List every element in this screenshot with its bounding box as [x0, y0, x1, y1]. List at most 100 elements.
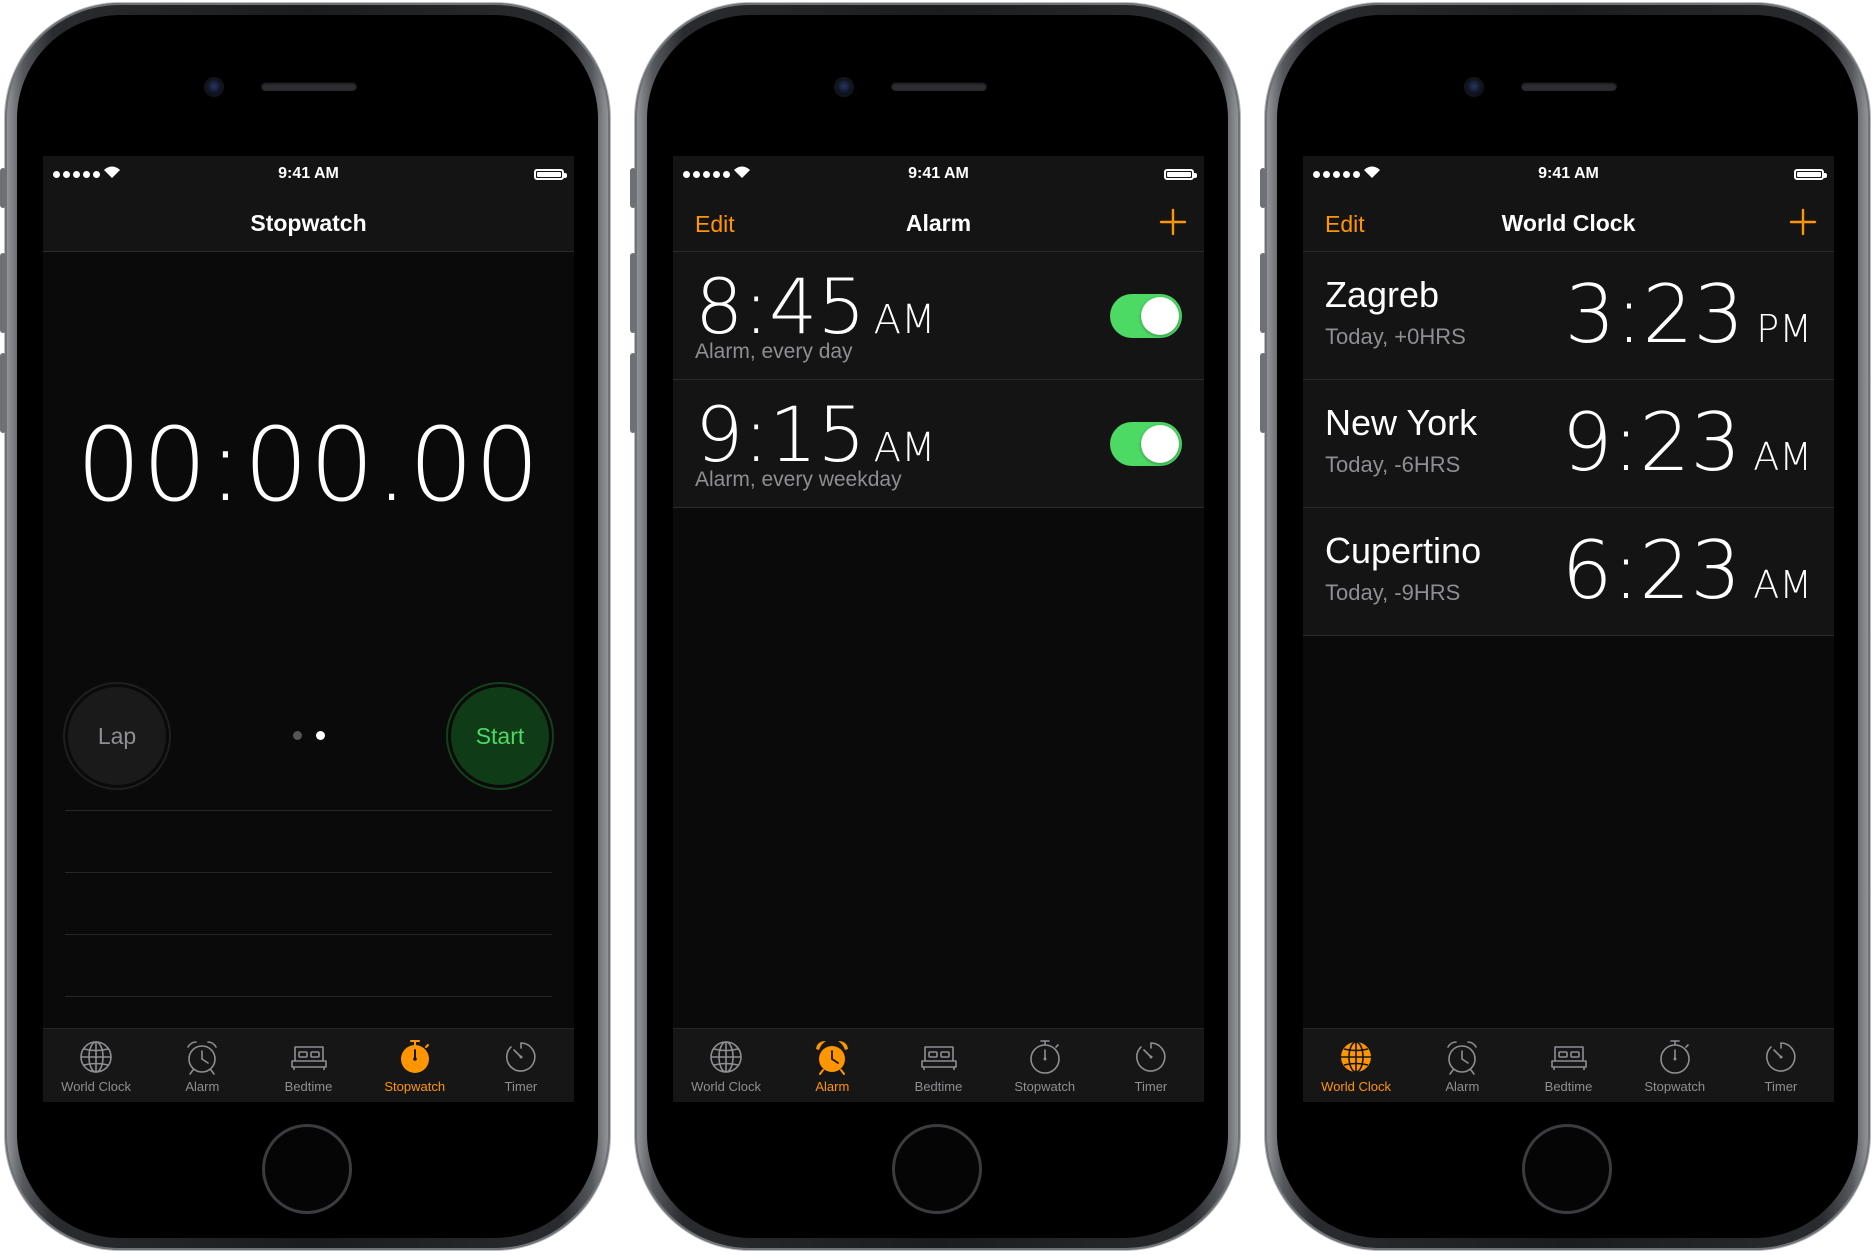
bed-icon — [1549, 1037, 1589, 1077]
status-bar: 9:41 AM — [43, 156, 574, 194]
city-offset: Today, -9HRS — [1325, 580, 1461, 605]
page-dot-1[interactable] — [292, 731, 302, 740]
battery-icon — [1164, 169, 1197, 180]
stopwatch-display: 00:00.00 — [76, 406, 541, 525]
phone-world-clock: 9:41 AM Edit World Clock Zagreb Today, +… — [1260, 3, 1870, 1250]
tab-bedtime[interactable]: Bedtime — [1515, 1029, 1621, 1102]
volume-down-button — [0, 353, 6, 433]
alarm-row[interactable]: 8:45 AM Alarm, every day — [673, 252, 1204, 380]
earpiece-speaker — [1521, 82, 1617, 91]
alarm-clock-icon — [812, 1037, 852, 1077]
tab-stopwatch[interactable]: Stopwatch — [992, 1029, 1098, 1102]
tab-world-clock[interactable]: World Clock — [673, 1029, 779, 1102]
city-time: 6:23 AM — [1561, 524, 1812, 617]
alarm-screen: 9:41 AM Edit Alarm 8:45 AM Alarm, every d… — [673, 156, 1204, 1102]
volume-up-button — [0, 253, 6, 333]
tab-world-clock[interactable]: World Clock — [43, 1029, 149, 1102]
phone-stopwatch: 9:41 AM Stopwatch 00:00.00 Lap Start Wor… — [0, 3, 610, 1250]
stopwatch-screen: 9:41 AM Stopwatch 00:00.00 Lap Start Wor… — [43, 156, 574, 1102]
home-button[interactable] — [262, 1124, 352, 1214]
volume-up-button — [1260, 253, 1266, 333]
tab-bar: World Clock Alarm Bedtime Stopwatch Time… — [43, 1028, 574, 1102]
city-row[interactable]: New York Today, -6HRS 9:23 AM — [1303, 380, 1834, 508]
alarm-row[interactable]: 9:15 AM Alarm, every weekday — [673, 380, 1204, 508]
stopwatch-icon — [1655, 1037, 1695, 1077]
nav-bar: Edit Alarm — [673, 194, 1204, 252]
page-title: Alarm — [905, 210, 972, 236]
battery-icon — [1794, 169, 1827, 180]
nav-bar: Stopwatch — [43, 194, 574, 252]
stopwatch-icon — [395, 1037, 435, 1077]
volume-up-button — [630, 253, 636, 333]
city-time: 9:23 AM — [1561, 396, 1812, 489]
city-row[interactable]: Cupertino Today, -9HRS 6:23 AM — [1303, 508, 1834, 636]
tab-stopwatch[interactable]: Stopwatch — [1622, 1029, 1728, 1102]
globe-icon — [76, 1037, 116, 1077]
mute-switch — [630, 168, 636, 208]
front-camera — [1466, 79, 1482, 95]
earpiece-speaker — [261, 82, 357, 91]
front-camera — [206, 79, 222, 95]
city-name: Zagreb — [1325, 274, 1440, 315]
city-name: Cupertino — [1325, 530, 1482, 571]
globe-icon — [706, 1037, 746, 1077]
world-clock-screen: 9:41 AM Edit World Clock Zagreb Today, +… — [1303, 156, 1834, 1102]
city-name: New York — [1325, 402, 1478, 443]
lap-divider — [65, 872, 552, 873]
stopwatch-icon — [1025, 1037, 1065, 1077]
tab-timer[interactable]: Timer — [1098, 1029, 1204, 1102]
alarm-toggle[interactable] — [1110, 422, 1182, 466]
toggle-knob[interactable] — [1141, 425, 1179, 463]
start-button[interactable]: Start — [448, 684, 552, 788]
tab-bedtime[interactable]: Bedtime — [885, 1029, 991, 1102]
volume-down-button — [630, 353, 636, 433]
tab-bar: World Clock Alarm Bedtime Stopwatch Time… — [673, 1028, 1204, 1102]
tab-timer[interactable]: Timer — [1728, 1029, 1834, 1102]
globe-icon — [1336, 1037, 1376, 1077]
page-title: Stopwatch — [250, 210, 367, 236]
home-button[interactable] — [892, 1124, 982, 1214]
bed-icon — [919, 1037, 959, 1077]
alarm-time: 9:15 AM — [695, 390, 936, 479]
status-bar: 9:41 AM — [673, 156, 1204, 194]
home-button[interactable] — [1522, 1124, 1612, 1214]
bed-icon — [289, 1037, 329, 1077]
mute-switch — [1260, 168, 1266, 208]
lap-divider — [65, 934, 552, 935]
timer-icon — [1761, 1037, 1801, 1077]
alarm-label: Alarm, every weekday — [695, 468, 902, 491]
status-time: 9:41 AM — [1538, 165, 1599, 182]
tab-alarm[interactable]: Alarm — [1409, 1029, 1515, 1102]
page-title: World Clock — [1501, 210, 1636, 236]
timer-icon — [501, 1037, 541, 1077]
city-offset: Today, +0HRS — [1325, 324, 1466, 349]
tab-bar: World Clock Alarm Bedtime Stopwatch Time… — [1303, 1028, 1834, 1102]
toggle-knob[interactable] — [1141, 297, 1179, 335]
lap-divider — [65, 996, 552, 997]
tab-stopwatch[interactable]: Stopwatch — [362, 1029, 468, 1102]
city-row[interactable]: Zagreb Today, +0HRS 3:23 PM — [1303, 252, 1834, 380]
page-dot-2-active[interactable] — [315, 731, 325, 740]
tab-bedtime[interactable]: Bedtime — [255, 1029, 361, 1102]
volume-down-button — [1260, 353, 1266, 433]
status-time: 9:41 AM — [278, 165, 339, 182]
tab-alarm[interactable]: Alarm — [779, 1029, 885, 1102]
alarm-time: 8:45 AM — [695, 262, 936, 351]
add-city-plus-icon[interactable] — [1788, 207, 1818, 237]
front-camera — [836, 79, 852, 95]
status-time: 9:41 AM — [908, 165, 969, 182]
alarm-clock-icon — [1442, 1037, 1482, 1077]
phone-alarm: 9:41 AM Edit Alarm 8:45 AM Alarm, every d… — [630, 3, 1240, 1250]
tab-world-clock[interactable]: World Clock — [1303, 1029, 1409, 1102]
city-offset: Today, -6HRS — [1325, 452, 1461, 477]
tab-timer[interactable]: Timer — [468, 1029, 574, 1102]
earpiece-speaker — [891, 82, 987, 91]
timer-icon — [1131, 1037, 1171, 1077]
lap-divider — [65, 810, 552, 811]
status-bar: 9:41 AM — [1303, 156, 1834, 194]
tab-alarm[interactable]: Alarm — [149, 1029, 255, 1102]
add-alarm-plus-icon[interactable] — [1158, 207, 1188, 237]
city-time: 3:23 PM — [1564, 268, 1812, 361]
alarm-toggle[interactable] — [1110, 294, 1182, 338]
battery-icon — [534, 169, 567, 180]
